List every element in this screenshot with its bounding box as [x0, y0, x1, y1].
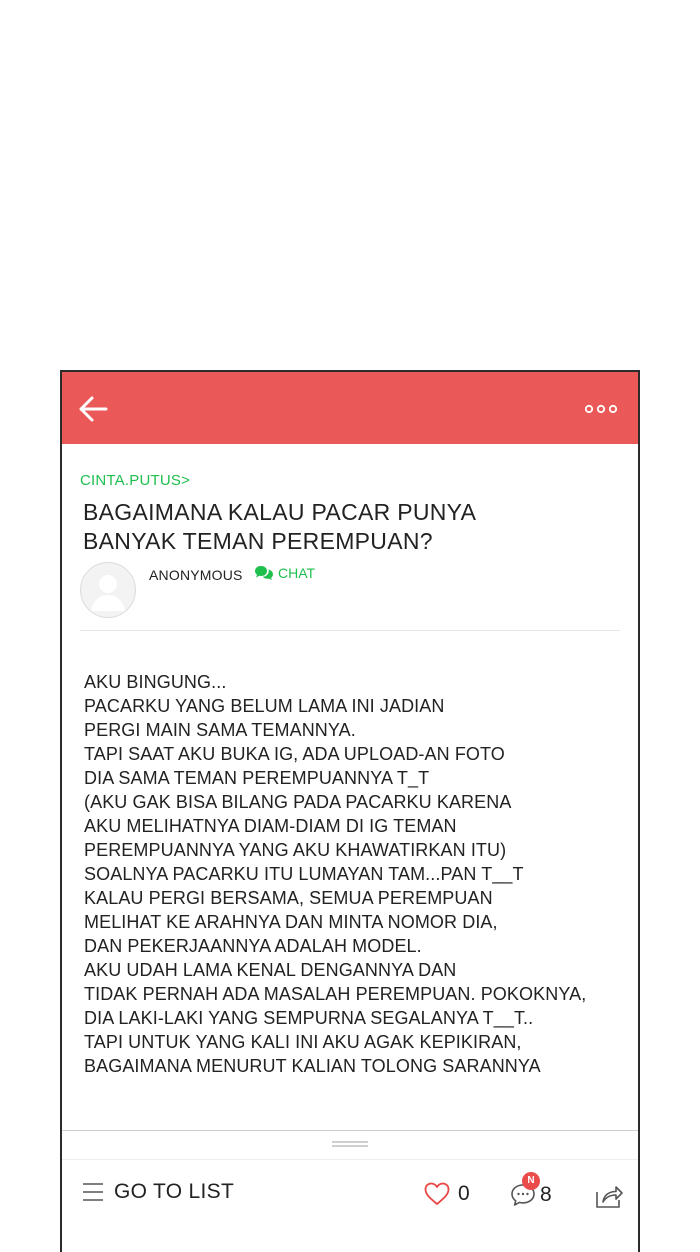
- post-title-line: BAGAIMANA KALAU PACAR PUNYA: [83, 499, 477, 525]
- body-line: AKU UDAH LAMA KENAL DENGANNYA DAN: [84, 960, 457, 980]
- more-dots-icon: [584, 404, 618, 414]
- author-name: ANONYMOUS: [149, 567, 243, 583]
- body-line: TAPI SAAT AKU BUKA IG, ADA UPLOAD-AN FOT…: [84, 744, 505, 764]
- body-line: AKU BINGUNG...: [84, 672, 227, 692]
- category-link[interactable]: CINTA.PUTUS>: [80, 472, 620, 490]
- bottom-bar: GO TO LIST 0 N 8: [62, 1162, 638, 1242]
- body-line: MELIHAT KE ARAHNYA DAN MINTA NOMOR DIA,: [84, 912, 498, 932]
- back-button[interactable]: [76, 394, 110, 424]
- body-line: PERGI MAIN SAMA TEMANNYA.: [84, 720, 356, 740]
- avatar[interactable]: [80, 562, 136, 618]
- post-body: AKU BINGUNG... PACARKU YANG BELUM LAMA I…: [84, 670, 624, 1078]
- chat-button[interactable]: CHAT: [254, 565, 315, 581]
- comment-count: 8: [540, 1183, 552, 1206]
- chat-label: CHAT: [278, 565, 316, 581]
- post-title-line: BANYAK TEMAN PEREMPUAN?: [83, 528, 433, 554]
- body-line: TIDAK PERNAH ADA MASALAH PEREMPUAN. POKO…: [84, 984, 587, 1004]
- header-divider: [80, 630, 620, 631]
- body-line: SOALNYA PACARKU ITU LUMAYAN TAM...PAN T_…: [84, 864, 524, 884]
- body-line: (AKU GAK BISA BILANG PADA PACARKU KARENA: [84, 792, 512, 812]
- like-count: 0: [458, 1182, 470, 1205]
- like-button[interactable]: 0: [424, 1182, 470, 1206]
- go-to-list-label: GO TO LIST: [114, 1180, 235, 1203]
- new-badge: N: [522, 1172, 540, 1190]
- share-icon: [596, 1186, 623, 1208]
- default-avatar-icon: [91, 575, 125, 611]
- post-title: BAGAIMANA KALAU PACAR PUNYA BANYAK TEMAN…: [83, 498, 620, 556]
- body-line: DAN PEKERJAANNYA ADALAH MODEL.: [84, 936, 422, 956]
- top-bar: [62, 372, 638, 444]
- arrow-left-icon: [79, 396, 108, 422]
- author-row: ANONYMOUS CHAT: [80, 562, 620, 626]
- body-line: BAGAIMANA MENURUT KALIAN TOLONG SARANNYA: [84, 1056, 541, 1076]
- drag-handle[interactable]: [332, 1141, 368, 1147]
- body-line: DIA LAKI-LAKI YANG SEMPURNA SEGALANYA T_…: [84, 1008, 534, 1028]
- body-line: DIA SAMA TEMAN PEREMPUANNYA T_T: [84, 768, 430, 788]
- body-line: PEREMPUANNYA YANG AKU KHAWATIRKAN ITU): [84, 840, 507, 860]
- bottom-divider: [62, 1159, 638, 1160]
- comment-button[interactable]: N 8: [510, 1172, 552, 1208]
- body-line: AKU MELIHATNYA DIAM-DIAM DI IG TEMAN: [84, 816, 457, 836]
- go-to-list-button[interactable]: GO TO LIST: [82, 1180, 234, 1204]
- body-line: KALAU PERGI BERSAMA, SEMUA PEREMPUAN: [84, 888, 493, 908]
- heart-outline-icon: [424, 1182, 450, 1205]
- share-button[interactable]: [594, 1182, 624, 1210]
- comment-icon-wrap: N: [510, 1172, 540, 1208]
- body-line: PACARKU YANG BELUM LAMA INI JADIAN: [84, 696, 445, 716]
- more-options-button[interactable]: [584, 402, 618, 416]
- drawer-divider: [62, 1130, 638, 1131]
- hamburger-list-icon: [83, 1183, 103, 1201]
- body-line: TAPI UNTUK YANG KALI INI AKU AGAK KEPIKI…: [84, 1032, 522, 1052]
- chat-bubbles-icon: [255, 566, 273, 580]
- phone-screen: CINTA.PUTUS> BAGAIMANA KALAU PACAR PUNYA…: [60, 370, 640, 1252]
- post-header: CINTA.PUTUS> BAGAIMANA KALAU PACAR PUNYA…: [80, 472, 620, 626]
